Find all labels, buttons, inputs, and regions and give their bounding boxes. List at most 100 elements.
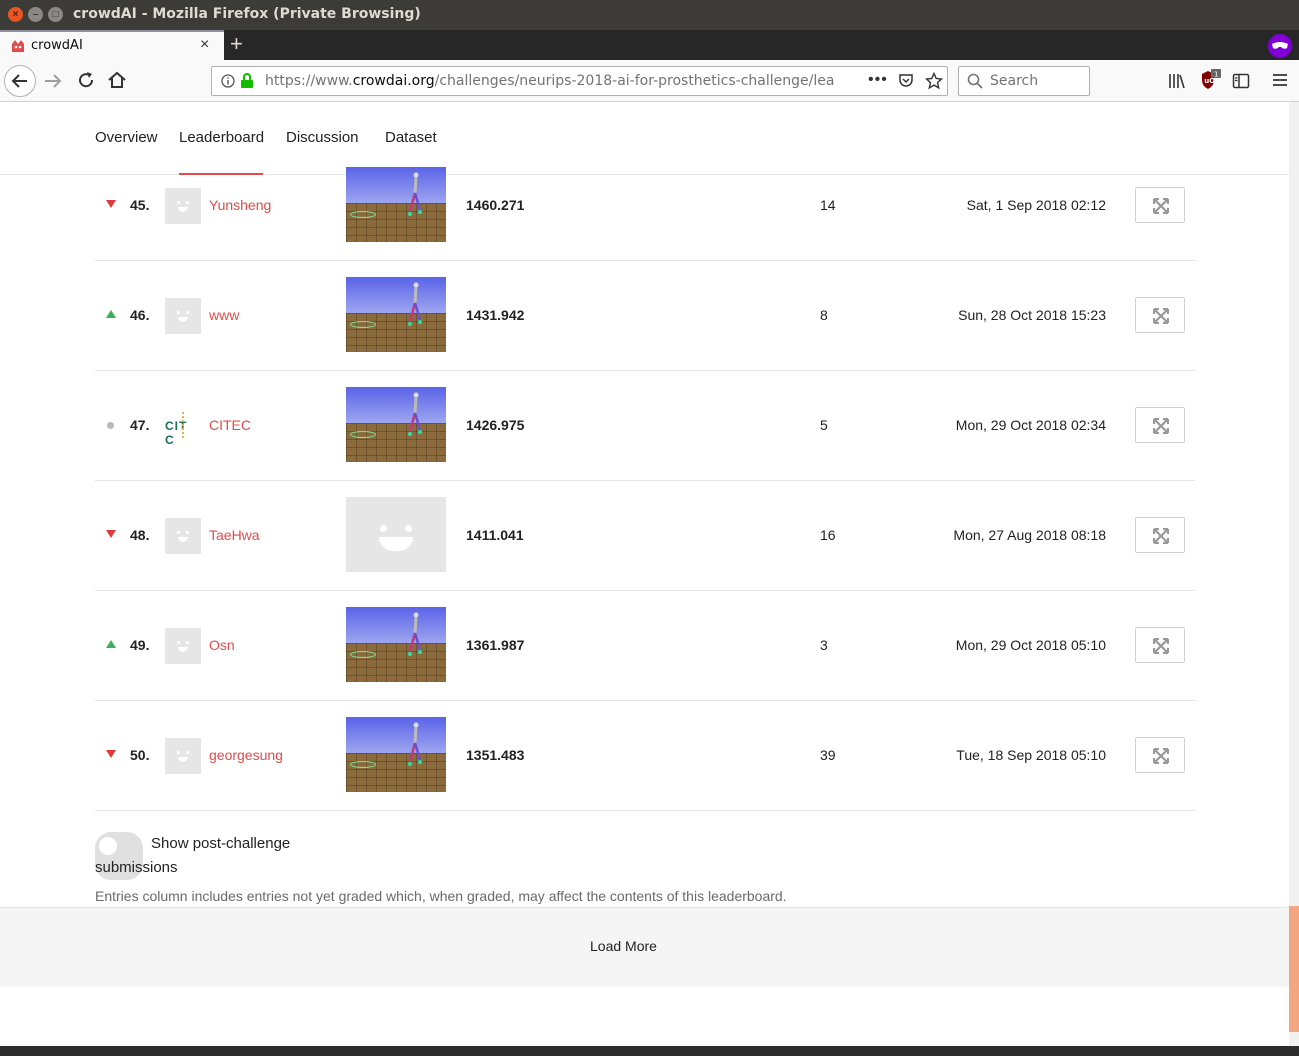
window-close-button[interactable]: × [8, 7, 23, 22]
avatar-mouth [178, 537, 188, 542]
rank-trend-down-icon [106, 200, 116, 208]
secure-lock-icon [241, 73, 253, 88]
score-value: 1426.975 [466, 417, 525, 433]
rank-trend-down-icon [106, 750, 116, 758]
participant-name-link[interactable]: TaeHwa [209, 527, 260, 543]
entries-count: 16 [820, 527, 836, 543]
expand-video-button[interactable] [1135, 187, 1185, 223]
submission-video-thumbnail[interactable] [346, 717, 446, 792]
rank-trend-same-icon [107, 422, 114, 429]
submission-date: Sat, 1 Sep 2018 02:12 [966, 197, 1106, 213]
new-tab-icon[interactable]: + [230, 31, 243, 57]
home-icon[interactable] [107, 70, 127, 90]
pocket-icon[interactable] [898, 73, 914, 89]
thumbnail-ground [346, 423, 446, 462]
back-button[interactable] [4, 65, 36, 97]
forward-arrow-icon[interactable] [43, 71, 63, 91]
score-value: 1361.987 [466, 637, 525, 653]
score-value: 1460.271 [466, 197, 525, 213]
submission-date: Tue, 18 Sep 2018 05:10 [956, 747, 1106, 763]
skeleton-figure-icon [408, 172, 422, 216]
skeleton-figure-icon [408, 392, 422, 436]
participant-name-link[interactable]: CITEC [209, 417, 251, 433]
entries-count: 8 [820, 307, 828, 323]
expand-icon [1153, 748, 1169, 764]
leaderboard-row: 49. Osn 1361.987 3 Mon, 29 Oct 2018 05:1… [95, 591, 1195, 701]
rank-number: 48. [130, 527, 150, 543]
expand-icon [1153, 418, 1169, 434]
url-text[interactable]: https://www.crowdai.org/challenges/neuri… [265, 73, 861, 89]
participant-name-link[interactable]: Yunsheng [209, 197, 271, 213]
tab-close-icon[interactable]: × [200, 36, 209, 54]
avatar-eye [186, 201, 189, 204]
page-scrollbar[interactable] [1289, 102, 1299, 1046]
crowdai-favicon-icon [12, 40, 24, 52]
expand-video-button[interactable] [1135, 517, 1185, 553]
score-value: 1431.942 [466, 307, 525, 323]
tab-strip: crowdAI × + [0, 30, 1299, 60]
expand-video-button[interactable] [1135, 297, 1185, 333]
search-icon [967, 73, 983, 89]
tab-discussion[interactable]: Discussion [286, 129, 359, 146]
sidebar-toggle-icon[interactable] [1232, 72, 1250, 90]
reload-icon[interactable] [76, 70, 96, 90]
avatar-eye [186, 751, 189, 754]
library-icon[interactable] [1168, 72, 1186, 90]
search-bar[interactable]: Search [958, 66, 1090, 96]
url-path: /challenges/neurips-2018-ai-for-prosthet… [434, 73, 835, 89]
entries-count: 3 [820, 637, 828, 653]
page-actions-icon[interactable]: ••• [868, 71, 888, 89]
submission-video-thumbnail[interactable] [346, 277, 446, 352]
load-more-button[interactable]: Load More [590, 938, 657, 954]
expand-video-button[interactable] [1135, 737, 1185, 773]
window-maximize-button[interactable]: □ [48, 7, 63, 22]
scrollbar-thumb[interactable] [1289, 906, 1299, 1032]
site-info-icon[interactable] [221, 74, 235, 88]
thumbnail-target-ring [350, 651, 376, 658]
placeholder-eye [405, 525, 412, 532]
submission-video-thumbnail[interactable] [346, 167, 446, 242]
leaderboard-row: 48. TaeHwa 1411.041 16 Mon, 27 Aug 2018 … [95, 481, 1195, 591]
submission-video-thumbnail[interactable] [346, 607, 446, 682]
placeholder-eye [380, 525, 387, 532]
window-title: crowdAI - Mozilla Firefox (Private Brows… [73, 6, 421, 22]
browser-tab[interactable]: crowdAI × [0, 30, 224, 60]
thumbnail-sky [346, 607, 446, 643]
bookmark-star-icon[interactable] [925, 72, 943, 90]
thumbnail-sky [346, 277, 446, 313]
navigation-toolbar: https://www.crowdai.org/challenges/neuri… [0, 60, 1299, 102]
tab-leaderboard[interactable]: Leaderboard [179, 129, 264, 146]
submission-video-thumbnail[interactable] [346, 387, 446, 462]
leaderboard-row: 50. georgesung 1351.483 39 Tue, 18 Sep 2… [95, 701, 1195, 811]
placeholder-mouth [379, 537, 413, 551]
submission-placeholder-thumbnail[interactable] [346, 497, 446, 572]
expand-icon [1153, 528, 1169, 544]
expand-video-button[interactable] [1135, 627, 1185, 663]
entries-count: 5 [820, 417, 828, 433]
thumbnail-target-ring [350, 321, 376, 328]
tab-dataset[interactable]: Dataset [385, 129, 437, 146]
ublock-origin-icon[interactable]: uO 1 [1200, 69, 1222, 96]
window-titlebar: × – □ crowdAI - Mozilla Firefox (Private… [0, 0, 1299, 30]
expand-video-button[interactable] [1135, 407, 1185, 443]
rank-trend-up-icon [106, 310, 116, 318]
avatar-eye [177, 531, 180, 534]
thumbnail-sky [346, 167, 446, 203]
participant-name-link[interactable]: Osn [209, 637, 235, 653]
participant-avatar [165, 188, 201, 224]
logo-mark [182, 412, 184, 438]
thumbnail-sky [346, 387, 446, 423]
page-content: Overview Leaderboard Discussion Dataset … [0, 102, 1289, 1056]
thumbnail-ground [346, 313, 446, 352]
ublock-badge-count: 1 [1214, 71, 1218, 79]
hamburger-menu-icon[interactable] [1272, 72, 1288, 88]
url-bar[interactable]: https://www.crowdai.org/challenges/neuri… [211, 66, 948, 96]
tab-overview[interactable]: Overview [95, 129, 158, 146]
participant-name-link[interactable]: georgesung [209, 747, 283, 763]
participant-avatar [165, 518, 201, 554]
post-challenge-toggle-label[interactable]: Show post-challenge submissions [95, 832, 315, 880]
participant-name-link[interactable]: www [209, 307, 239, 323]
back-arrow-icon [11, 74, 27, 88]
leaderboard-row: 47. CIT C CITEC 1426.975 5 Mon, 29 Oct 2… [95, 371, 1195, 481]
window-minimize-button[interactable]: – [28, 7, 43, 22]
